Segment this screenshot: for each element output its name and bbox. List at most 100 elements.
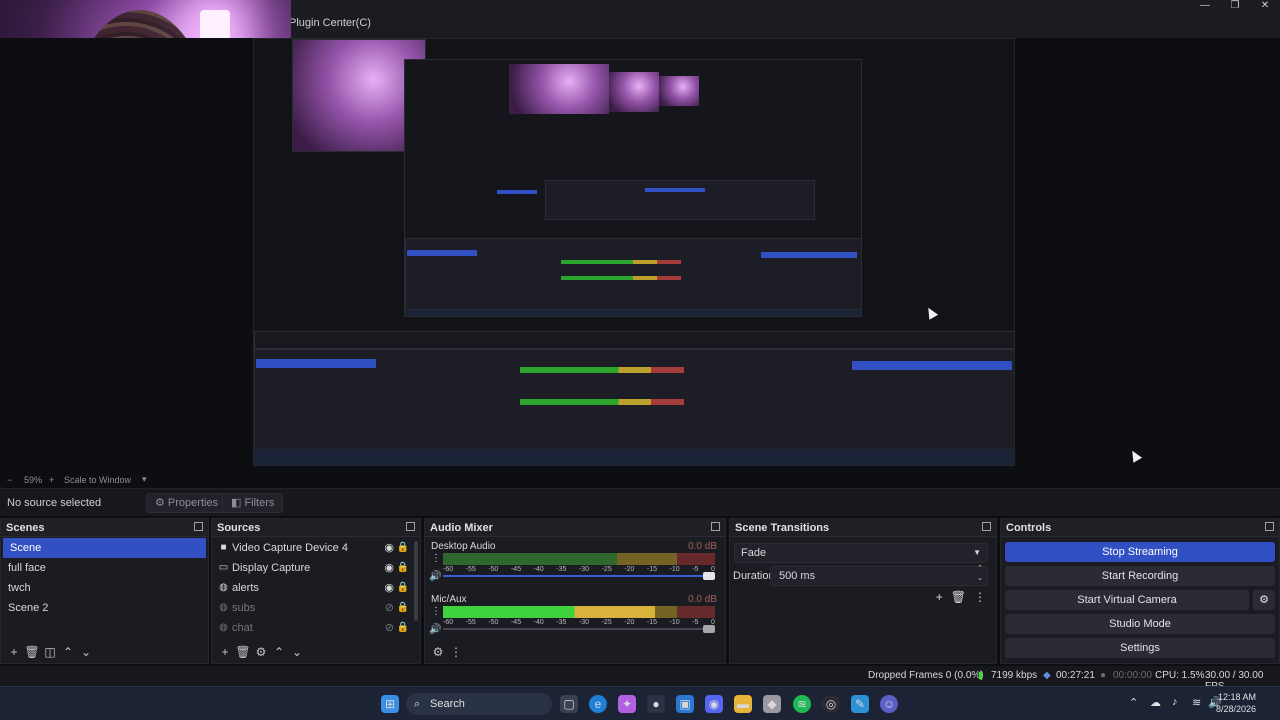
settings-button[interactable]: Settings (1005, 638, 1275, 658)
lock-icon[interactable]: 🔒 (397, 578, 409, 598)
undock-icon[interactable] (406, 522, 415, 531)
studio-mode-button[interactable]: Studio Mode (1005, 614, 1275, 634)
spin-icon[interactable]: ⌃ ⌄ (977, 564, 983, 584)
transition-value: Fade (741, 547, 767, 559)
scene-item-scene-2[interactable]: Scene 2 (1, 598, 208, 618)
maximize-button[interactable]: ❐ (1220, 0, 1250, 14)
scene-item-twch[interactable]: twch (1, 578, 208, 598)
volume-slider[interactable] (443, 572, 715, 580)
more-options-icon[interactable]: ⋮ (974, 590, 986, 604)
speaker-icon[interactable]: 🔊 (429, 624, 441, 635)
app-icon[interactable]: ✎ (851, 695, 869, 713)
tick-label: -50 (488, 619, 499, 626)
edge-icon[interactable]: e (589, 695, 607, 713)
taskbar-search[interactable]: ⌕ Search (406, 693, 552, 715)
taskbar-clock[interactable]: 12:18 AM 8/28/2026 (1216, 691, 1256, 715)
speaker-icon[interactable]: 🔊 (429, 571, 441, 582)
scene-item-scene[interactable]: Scene (3, 538, 206, 558)
trash-icon[interactable]: 🗑 (951, 590, 966, 604)
lock-icon[interactable]: 🔒 (397, 538, 409, 558)
tick-label: -35 (556, 566, 567, 573)
duration-label: Duration (733, 570, 775, 582)
duration-input[interactable]: 500 ms ⌃ ⌄ (770, 564, 988, 586)
source-item[interactable]: ◍ subs ⊘ 🔒 (212, 598, 420, 618)
filter-icon[interactable]: ◫ (41, 645, 59, 659)
source-item[interactable]: ■ Video Capture Device 4 ◉ 🔒 (212, 538, 420, 558)
zoom-in-button[interactable]: + (49, 475, 54, 485)
chevron-up-icon[interactable]: ⌃ (270, 645, 288, 659)
stop-streaming-button[interactable]: Stop Streaming (1005, 542, 1275, 562)
monitor-icon: ▭ (218, 562, 229, 573)
more-options-icon[interactable]: ⋮ (431, 606, 441, 617)
minimize-button[interactable]: — (1190, 0, 1220, 14)
cloud-icon[interactable]: ☁ (1150, 696, 1161, 709)
wifi-icon[interactable]: ≋ (1192, 696, 1201, 709)
app-icon[interactable]: ● (647, 695, 665, 713)
scene-item-full-face[interactable]: full face (1, 558, 208, 578)
tick-label: -5 (692, 619, 699, 626)
gear-icon[interactable]: ⚙ (429, 645, 447, 659)
trash-icon[interactable]: 🗑 (234, 645, 252, 659)
copilot-icon[interactable]: ✦ (618, 695, 636, 713)
eye-icon[interactable]: ◉ (384, 538, 394, 558)
add-icon[interactable]: + (216, 645, 234, 659)
scale-mode-select[interactable]: Scale to Window (64, 475, 131, 485)
start-recording-button[interactable]: Start Recording (1005, 566, 1275, 586)
volume-slider[interactable] (443, 625, 715, 633)
lock-icon[interactable]: 🔒 (397, 598, 409, 618)
task-view-icon[interactable]: ▢ (560, 695, 578, 713)
store-icon[interactable]: ▣ (676, 695, 694, 713)
chevron-up-icon[interactable]: ⌃ (1129, 696, 1138, 709)
scale-dropdown-icon[interactable]: ▾ (142, 474, 147, 485)
microphone-icon[interactable]: ♪ (1172, 696, 1178, 708)
windows-start-icon[interactable]: ⊞ (381, 695, 399, 713)
more-options-icon[interactable]: ⋮ (431, 553, 441, 564)
sources-scrollbar[interactable] (414, 541, 418, 621)
filters-label: Filters (244, 497, 275, 509)
lock-icon[interactable]: 🔒 (397, 618, 409, 638)
filters-button[interactable]: ◧ Filters (222, 493, 284, 513)
gear-icon[interactable]: ⚙ (252, 645, 270, 659)
eye-hidden-icon[interactable]: ⊘ (385, 598, 394, 618)
chat-app-icon[interactable]: ☺ (880, 695, 898, 713)
more-options-icon[interactable]: ⋮ (447, 645, 465, 659)
virtual-camera-gear-icon[interactable]: ⚙ (1253, 590, 1275, 610)
add-icon[interactable]: + (936, 590, 943, 604)
properties-button[interactable]: ⚙ Properties (146, 493, 228, 513)
tick-label: -25 (601, 566, 612, 573)
eye-icon[interactable]: ◉ (384, 578, 394, 598)
undock-icon[interactable] (194, 522, 203, 531)
close-button[interactable]: ✕ (1250, 0, 1280, 14)
source-label: alerts (232, 582, 259, 594)
app-icon[interactable]: ◆ (763, 695, 781, 713)
spotify-icon[interactable]: ≋ (793, 695, 811, 713)
tick-label: -30 (578, 619, 590, 626)
lock-icon[interactable]: 🔒 (397, 558, 409, 578)
undock-icon[interactable] (1265, 522, 1274, 531)
add-icon[interactable]: + (5, 645, 23, 659)
scenes-dock: Scenes Scene full face twch Scene 2 + 🗑 … (0, 518, 209, 664)
preview-area[interactable] (0, 38, 1280, 472)
transition-select[interactable]: Fade ▼ (734, 543, 988, 563)
gear-icon: ⚙ (155, 497, 168, 509)
chevron-down-icon[interactable]: ⌄ (288, 645, 306, 659)
audio-mixer-dock: Audio Mixer Desktop Audio 0.0 dB ⋮ -60 -5… (424, 518, 726, 664)
clock-date: 8/28/2026 (1215, 704, 1256, 714)
chevron-down-icon[interactable]: ⌄ (77, 645, 95, 659)
eye-icon[interactable]: ◉ (384, 558, 394, 578)
chevron-up-icon[interactable]: ⌃ (59, 645, 77, 659)
preview-canvas[interactable] (253, 38, 1015, 466)
eye-hidden-icon[interactable]: ⊘ (385, 618, 394, 638)
zoom-out-button[interactable]: − (7, 475, 12, 485)
obs-icon[interactable]: ◎ (822, 695, 840, 713)
discord-icon[interactable]: ◉ (705, 695, 723, 713)
signal-icon: ▮ (978, 670, 984, 681)
source-item[interactable]: ▭ Display Capture ◉ 🔒 (212, 558, 420, 578)
source-item[interactable]: ◍ chat ⊘ 🔒 (212, 618, 420, 638)
file-explorer-icon[interactable]: ▬ (734, 695, 752, 713)
source-item[interactable]: ◍ alerts ◉ 🔒 (212, 578, 420, 598)
undock-icon[interactable] (982, 522, 991, 531)
undock-icon[interactable] (711, 522, 720, 531)
start-virtual-camera-button[interactable]: Start Virtual Camera (1005, 590, 1249, 610)
trash-icon[interactable]: 🗑 (23, 645, 41, 659)
